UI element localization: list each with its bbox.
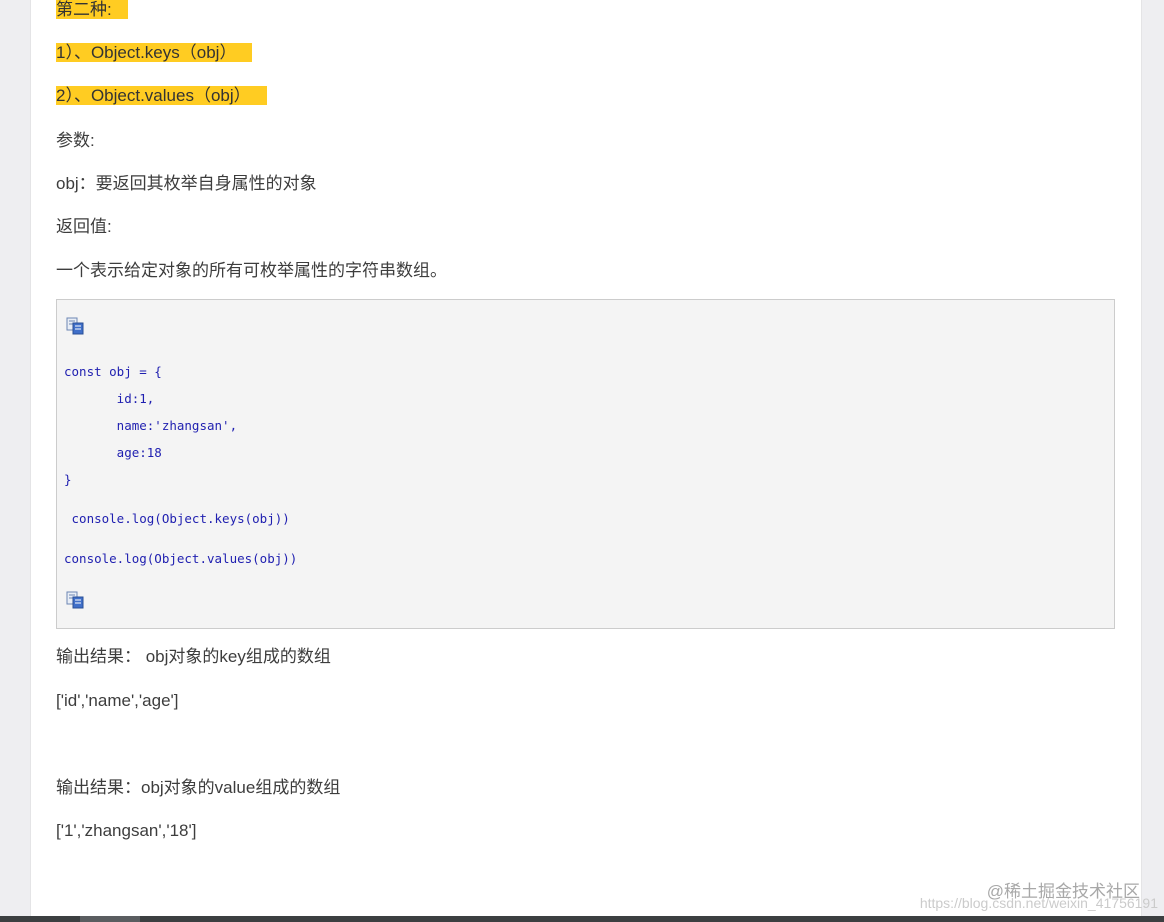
code-line: id:1, [64,391,155,406]
method-values: 2）、Object.values（obj） [56,84,267,108]
params-label: 参数: [56,131,95,150]
param-description: obj：要返回其枚举自身属性的对象 [56,174,317,193]
return-label: 返回值: [56,217,112,236]
output-keys-value: ['id','name','age'] [56,691,179,710]
code-line: console.log(Object.values(obj)) [64,551,298,566]
code-line: name:'zhangsan', [64,418,238,433]
code-line: const obj = { [64,364,162,379]
return-description: 一个表示给定对象的所有可枚举属性的字符串数组。 [56,261,447,280]
method-keys: 1）、Object.keys（obj） [56,41,253,65]
watermark-url: https://blog.csdn.net/weixin_41756191 [919,895,1158,911]
copy-code-icon[interactable] [65,591,87,609]
highlighted-heading: 第二种: [56,0,128,19]
copy-code-icon[interactable] [65,317,87,335]
output-keys-label: 输出结果： obj对象的key组成的数组 [56,647,331,666]
highlighted-method-values: 2）、Object.values（obj） [56,86,267,105]
code-block[interactable]: const obj = { id:1, name:'zhangsan', age… [56,299,1115,629]
taskbar-segment [80,916,140,922]
output-values-label: 输出结果：obj对象的value组成的数组 [56,778,341,797]
code-line: age:18 [64,445,162,460]
section-heading: 第二种: [56,0,128,22]
output-values-value: ['1','zhangsan','18'] [56,821,197,840]
article-body: 第二种: 1）、Object.keys（obj） 2）、Object.value… [30,0,1142,916]
bottom-taskbar [0,916,1164,922]
code-line: } [64,472,72,487]
code-line: console.log(Object.keys(obj)) [64,511,290,526]
highlighted-method-keys: 1）、Object.keys（obj） [56,43,253,62]
